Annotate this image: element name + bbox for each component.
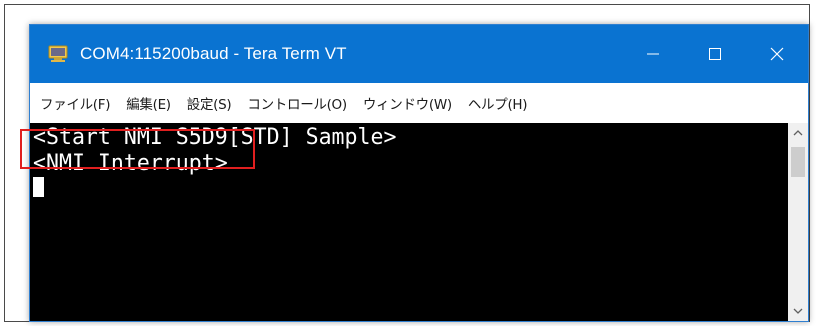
menu-bar: ファイル(F) 編集(E) 設定(S) コントロール(O) ウィンドウ(W) ヘ… [30, 83, 808, 124]
menu-setup[interactable]: 設定(S) [187, 93, 232, 113]
terminal-cursor [33, 177, 44, 197]
menu-edit[interactable]: 編集(E) [126, 93, 171, 113]
window-controls [622, 25, 808, 83]
tera-term-app-icon[interactable] [48, 45, 68, 63]
scroll-up-arrow-icon [793, 130, 803, 136]
maximize-button[interactable] [684, 25, 746, 83]
scroll-down-button[interactable] [788, 301, 808, 321]
scrollbar-thumb[interactable] [791, 147, 805, 177]
minimize-icon [647, 53, 659, 55]
vertical-scrollbar[interactable] [788, 123, 808, 321]
close-icon [770, 47, 784, 61]
menu-file[interactable]: ファイル(F) [40, 93, 111, 113]
minimize-button[interactable] [622, 25, 684, 83]
terminal-line: <NMI Interrupt> [33, 151, 228, 176]
scroll-up-button[interactable] [788, 123, 808, 143]
window-title: COM4:115200baud - Tera Term VT [80, 44, 347, 63]
tera-term-window: COM4:115200baud - Tera Term VT ファイル(F) 編… [29, 24, 809, 322]
menu-control[interactable]: コントロール(O) [247, 93, 347, 113]
close-button[interactable] [746, 25, 808, 83]
menu-help[interactable]: ヘルプ(H) [468, 93, 528, 113]
menu-window[interactable]: ウィンドウ(W) [363, 93, 452, 113]
terminal-line: <Start NMI S5D9[STD] Sample> [33, 125, 397, 150]
title-bar[interactable]: COM4:115200baud - Tera Term VT [30, 25, 808, 83]
maximize-icon [709, 48, 721, 60]
terminal-screen[interactable]: <Start NMI S5D9[STD] Sample> <NMI Interr… [30, 123, 788, 321]
scroll-down-arrow-icon [793, 308, 803, 314]
